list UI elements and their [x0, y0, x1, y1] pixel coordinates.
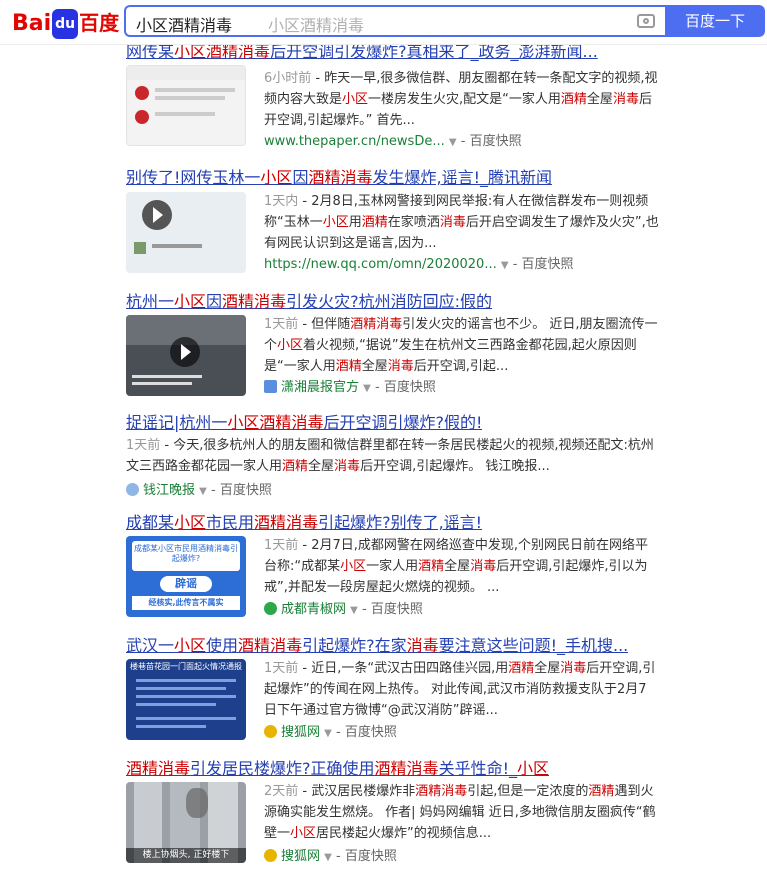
chevron-down-icon[interactable]: ▼	[350, 605, 358, 616]
result-source: 搜狐网 ▼ - 百度快照	[264, 845, 397, 864]
chevron-down-icon[interactable]: ▼	[501, 260, 509, 271]
result-abstract: 1天前 - 今天,很多杭州人的朋友圈和微信群里都在转一条居民楼起火的视频,视频还…	[126, 438, 654, 474]
result-source: 搜狐网 ▼ - 百度快照	[264, 721, 397, 740]
site-icon	[264, 849, 277, 862]
result-title[interactable]: 杭州一小区因酒精消毒引发火灾?杭州消防回应:假的	[126, 288, 492, 312]
logo-bai: Bai	[12, 11, 52, 36]
result-abstract: 1天前 - 但伴随酒精消毒引发火灾的谣言也不少。 近日,朋友圈流传一个小区着火视…	[264, 317, 658, 374]
chevron-down-icon[interactable]: ▼	[324, 852, 332, 863]
result-0: 网传某小区酒精消毒后开空调引发爆炸?真相来了_政务_澎湃新闻... 6小时前 -…	[0, 44, 767, 154]
result-abstract: 6小时前 - 昨天一早,很多微信群、朋友圈都在转一条配文字的视频,视频内容大致是…	[264, 71, 658, 128]
result-source: 成都青椒网 ▼ - 百度快照	[264, 598, 423, 617]
snapshot-link[interactable]: 百度快照	[220, 483, 272, 498]
snapshot-link[interactable]: 百度快照	[384, 380, 436, 395]
snapshot-link[interactable]: 百度快照	[522, 257, 574, 272]
result-site[interactable]: 搜狐网	[281, 849, 320, 864]
result-site[interactable]: 搜狐网	[281, 725, 320, 740]
result-title[interactable]: 酒精消毒引发居民楼爆炸?正确使用酒精消毒关乎性命!_小区	[126, 755, 549, 779]
result-thumbnail[interactable]: 楼上协烟头, 正好楼下	[126, 782, 246, 863]
result-source: https://new.qq.com/omn/2020020... ▼ - 百度…	[264, 257, 574, 272]
chevron-down-icon[interactable]: ▼	[199, 486, 207, 497]
search-query[interactable]: 小区酒精消毒	[136, 12, 232, 36]
result-thumbnail[interactable]	[126, 315, 246, 396]
search-placeholder: 小区酒精消毒	[268, 16, 365, 35]
site-icon	[126, 483, 139, 496]
result-title[interactable]: 别传了!网传玉林一小区因酒精消毒发生爆炸,谣言!_腾讯新闻	[126, 164, 552, 188]
result-thumbnail[interactable]	[126, 192, 246, 273]
search-header: Bai du 百度 小区酒精消毒 小区酒精消毒 百度一下	[0, 0, 767, 45]
result-title[interactable]: 武汉一小区使用酒精消毒引起爆炸?在家消毒要注意这些问题!_手机搜...	[126, 632, 628, 656]
chevron-down-icon[interactable]: ▼	[324, 728, 332, 739]
logo-cn: 百度	[79, 11, 120, 35]
snapshot-link[interactable]: 百度快照	[371, 602, 423, 617]
camera-icon[interactable]	[637, 14, 655, 28]
result-abstract: 1天内 - 2月8日,玉林网警接到网民举报:有人在微信群发布一则视频称“玉林一小…	[264, 194, 659, 251]
snapshot-link[interactable]: 百度快照	[345, 725, 397, 740]
result-source: 潇湘晨报官方 ▼ - 百度快照	[264, 376, 436, 395]
result-thumbnail[interactable]	[126, 65, 246, 146]
search-button[interactable]: 百度一下	[665, 5, 765, 37]
site-icon	[264, 725, 277, 738]
result-thumbnail[interactable]: 成都某小区市民用酒精消毒引起爆炸? 辟谣 经核实,此传言不属实	[126, 536, 246, 617]
result-site[interactable]: 钱江晚报	[143, 483, 195, 498]
result-title[interactable]: 捉谣记|杭州一小区酒精消毒后开空调引爆炸?假的!	[126, 409, 482, 433]
result-6: 酒精消毒引发居民楼爆炸?正确使用酒精消毒关乎性命!_小区 楼上协烟头, 正好楼下…	[0, 755, 767, 875]
snapshot-link[interactable]: 百度快照	[345, 849, 397, 864]
result-source: www.thepaper.cn/newsDe... ▼ - 百度快照	[264, 134, 522, 149]
result-1: 别传了!网传玉林一小区因酒精消毒发生爆炸,谣言!_腾讯新闻 1天内 - 2月8日…	[0, 164, 767, 274]
thumb-caption: 经核实,此传言不属实	[132, 596, 240, 610]
result-thumbnail[interactable]: 楼巷苗花园一门面起火情况通报	[126, 659, 246, 740]
baidu-logo[interactable]: Bai du 百度	[12, 9, 119, 39]
result-title[interactable]: 成都某小区市民用酒精消毒引起爆炸?别传了,谣言!	[126, 509, 482, 533]
search-input[interactable]: 小区酒精消毒 小区酒精消毒	[124, 5, 665, 37]
result-2: 杭州一小区因酒精消毒引发火灾?杭州消防回应:假的 1天前 - 但伴随酒精消毒引发…	[0, 288, 767, 398]
chevron-down-icon[interactable]: ▼	[449, 137, 457, 148]
result-abstract: 2天前 - 武汉居民楼爆炸非酒精消毒引起,但是一定浓度的酒精遇到火源确实能发生燃…	[264, 784, 656, 841]
result-site[interactable]: 成都青椒网	[281, 602, 346, 617]
result-url[interactable]: www.thepaper.cn/newsDe...	[264, 134, 445, 149]
result-abstract: 1天前 - 近日,一条“武汉古田四路佳兴园,用酒精全屋消毒后开空调,引起爆炸”的…	[264, 661, 656, 718]
result-5: 武汉一小区使用酒精消毒引起爆炸?在家消毒要注意这些问题!_手机搜... 楼巷苗花…	[0, 632, 767, 742]
site-icon	[264, 380, 277, 393]
thumb-caption: 楼巷苗花园一门面起火情况通报	[130, 662, 242, 671]
thumb-caption: 辟谣	[160, 576, 212, 592]
result-source: 钱江晚报 ▼ - 百度快照	[126, 479, 272, 498]
result-4: 成都某小区市民用酒精消毒引起爆炸?别传了,谣言! 成都某小区市民用酒精消毒引起爆…	[0, 509, 767, 619]
result-url[interactable]: https://new.qq.com/omn/2020020...	[264, 257, 497, 272]
site-icon	[264, 602, 277, 615]
paw-icon: du	[52, 9, 79, 39]
result-abstract: 1天前 - 2月7日,成都网警在网络巡查中发现,个别网民日前在网络平台称:“成都…	[264, 538, 649, 595]
thumb-caption: 成都某小区市民用酒精消毒引起爆炸?	[132, 541, 240, 571]
result-site[interactable]: 潇湘晨报官方	[281, 380, 359, 395]
chevron-down-icon[interactable]: ▼	[363, 383, 371, 394]
snapshot-link[interactable]: 百度快照	[470, 134, 522, 149]
thumb-caption: 楼上协烟头, 正好楼下	[126, 848, 246, 863]
result-3: 捉谣记|杭州一小区酒精消毒后开空调引爆炸?假的! 1天前 - 今天,很多杭州人的…	[0, 409, 767, 498]
